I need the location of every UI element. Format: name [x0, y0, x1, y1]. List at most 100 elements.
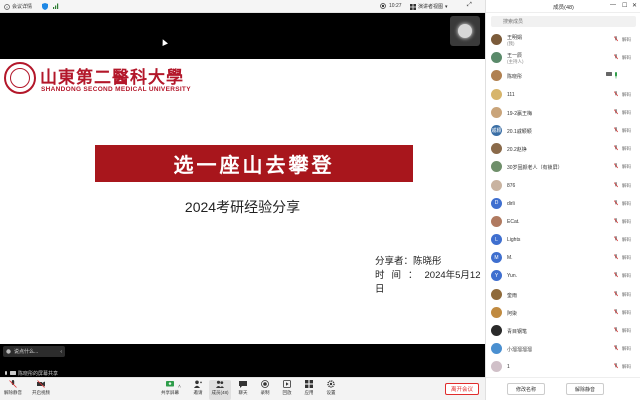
chevron-up-icon[interactable]: ˄: [178, 384, 181, 390]
playback-icon: [283, 380, 291, 388]
unmute-member-button[interactable]: 解码: [622, 128, 631, 134]
unmute-member-button[interactable]: 解码: [622, 328, 631, 334]
member-name: dirli: [507, 200, 515, 207]
unmute-all-button[interactable]: 解除静音: [566, 383, 604, 395]
member-row[interactable]: 19-2嬴王梅 解码: [486, 104, 640, 122]
member-row[interactable]: 30岁固颜老人（有锁屏） 解码: [486, 158, 640, 176]
unmute-member-button[interactable]: 解码: [622, 55, 631, 61]
members-panel-title: 成员(48): [553, 5, 574, 11]
minimize-icon[interactable]: —: [610, 2, 616, 8]
member-row[interactable]: M M. 解码: [486, 249, 640, 267]
mouse-cursor-icon: [160, 38, 168, 46]
member-row[interactable]: 戚颖 20.1戚颖颖 解码: [486, 122, 640, 140]
unmute-member-button[interactable]: 解码: [622, 37, 631, 43]
member-name: 30岁固颜老人（有锁屏）: [507, 165, 563, 172]
avatar: [491, 143, 502, 155]
presenter-line: 分享者：陈晓彤: [375, 256, 442, 267]
presenter-video-thumbnail[interactable]: [450, 16, 480, 46]
share-screen-icon: [166, 381, 174, 387]
avatar: [491, 52, 502, 64]
close-icon[interactable]: ✕: [632, 2, 637, 9]
meeting-details-label: 会议详情: [12, 4, 33, 10]
view-switch[interactable]: 演讲者视图 ▾: [410, 3, 448, 10]
member-search-input[interactable]: [491, 16, 636, 27]
start-video-button[interactable]: 开启视频: [30, 380, 52, 400]
unmute-member-button[interactable]: 解码: [622, 273, 631, 279]
avatar: [491, 179, 502, 191]
mic-icon: [5, 370, 7, 375]
unmute-member-button[interactable]: 解码: [622, 292, 631, 298]
apps-icon: [305, 380, 313, 388]
signal-icon: [53, 3, 59, 9]
unmute-button[interactable]: 解除静音: [2, 380, 24, 400]
chevron-left-icon[interactable]: ‹: [60, 349, 62, 355]
unmute-member-button[interactable]: 解码: [622, 237, 631, 243]
rename-button[interactable]: 修改名称: [507, 383, 545, 395]
member-row[interactable]: 20.2赵铮 解码: [486, 140, 640, 158]
mic-off-icon: [614, 108, 618, 114]
university-seal-logo: [4, 62, 36, 94]
record-button[interactable]: 录制: [254, 380, 276, 400]
mic-off-icon: [614, 36, 618, 42]
unmute-member-button[interactable]: 解码: [622, 201, 631, 207]
chat-label: 聊天: [238, 390, 248, 395]
unmute-member-button[interactable]: 解码: [622, 364, 631, 370]
fullscreen-icon[interactable]: ⤢: [467, 2, 472, 9]
unmute-member-button[interactable]: 解码: [622, 310, 631, 316]
mic-off-icon: [614, 327, 618, 333]
camera-light: [458, 24, 472, 38]
share-screen-button[interactable]: 共享屏幕: [159, 380, 181, 400]
info-icon: [4, 3, 10, 10]
member-row[interactable]: 王明娟 (我) 解码: [486, 31, 640, 49]
member-row[interactable]: 阿柒 解码: [486, 304, 640, 322]
chat-input-bubble[interactable]: 说点什么... ‹: [3, 346, 65, 357]
member-name: 19-2嬴王梅: [507, 110, 533, 117]
members-button[interactable]: 成员(48): [209, 380, 231, 400]
member-row[interactable]: Ddirli 解码: [486, 195, 640, 213]
member-row[interactable]: 王一辰 (主持人) 解码: [486, 49, 640, 67]
mic-off-icon: [614, 90, 618, 96]
member-list: 王明娟 (我) 解码 王一辰 (主持人) 解码 陈晓彤 111 解码 19-2嬴王梅 解码 戚颖 20.…: [486, 31, 640, 377]
unmute-member-button[interactable]: 解码: [622, 92, 631, 98]
member-row[interactable]: 奎雨 解码: [486, 286, 640, 304]
unmute-label: 解除静音: [4, 390, 22, 395]
chat-button[interactable]: 聊天: [232, 380, 254, 400]
unmute-member-button[interactable]: 解码: [622, 164, 631, 170]
start-video-label: 开启视频: [32, 390, 50, 395]
unmute-member-button[interactable]: 解码: [622, 346, 631, 352]
member-row[interactable]: 陈晓彤: [486, 67, 640, 85]
member-row[interactable]: 111 解码: [486, 86, 640, 104]
unmute-member-button[interactable]: 解码: [622, 219, 631, 225]
member-row[interactable]: 青目钢笔 解码: [486, 322, 640, 340]
avatar: [491, 306, 502, 318]
recording-indicator: 10:27: [380, 3, 402, 9]
member-name: 20.1戚颖颖: [507, 128, 532, 135]
leave-meeting-button[interactable]: 离开会议: [445, 383, 479, 395]
member-name: 陈晓彤: [507, 74, 523, 81]
mic-off-icon: [9, 380, 17, 388]
meeting-details-button[interactable]: 会议详情: [4, 3, 32, 10]
member-name: 876: [507, 182, 516, 189]
member-name: M.: [507, 255, 513, 262]
member-row[interactable]: ECat. 解码: [486, 213, 640, 231]
member-row[interactable]: 小溜溜溜溜 解码: [486, 340, 640, 358]
member-row[interactable]: 1 解码: [486, 358, 640, 376]
settings-button[interactable]: 设置: [320, 380, 342, 400]
unmute-member-button[interactable]: 解码: [622, 110, 631, 116]
member-row[interactable]: L Lights 解码: [486, 231, 640, 249]
member-name: 111: [507, 91, 515, 98]
mic-off-icon: [614, 217, 618, 224]
unmute-member-button[interactable]: 解码: [622, 255, 631, 261]
apps-button[interactable]: 应用: [298, 380, 320, 400]
playback-button[interactable]: 回放: [276, 380, 298, 400]
member-row[interactable]: Y Yun. 解码: [486, 267, 640, 285]
member-name: 奎雨: [507, 292, 518, 299]
date-label: 时间：: [375, 270, 425, 281]
unmute-member-button[interactable]: 解码: [622, 183, 631, 189]
members-label: 成员(48): [211, 390, 229, 395]
unmute-member-button[interactable]: 解码: [622, 146, 631, 152]
maximize-icon[interactable]: ☐: [622, 2, 627, 9]
invite-button[interactable]: 邀请: [187, 380, 209, 400]
invite-label: 邀请: [193, 390, 203, 395]
member-row[interactable]: 876 解码: [486, 177, 640, 195]
